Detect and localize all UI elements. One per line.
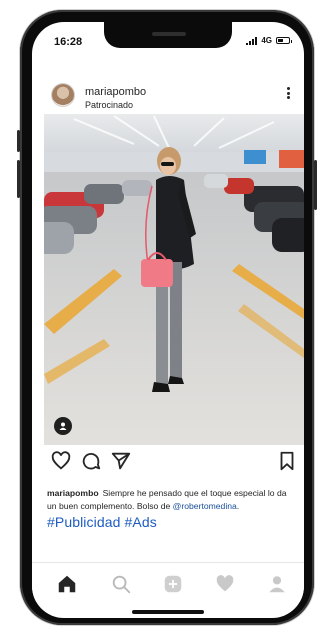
parking-garage-image <box>44 114 304 445</box>
activity-heart-icon[interactable] <box>214 573 236 595</box>
post-actions <box>32 450 304 476</box>
sponsored-label[interactable]: Patrocinado <box>85 100 133 110</box>
bookmark-icon[interactable] <box>276 450 298 472</box>
hashtags: #Publicidad #Ads <box>47 514 161 530</box>
status-time: 16:28 <box>54 36 83 48</box>
bottom-nav <box>32 562 304 602</box>
comment-icon[interactable] <box>80 450 102 472</box>
post-username[interactable]: mariapombo <box>85 86 146 98</box>
volume-button <box>17 160 20 198</box>
notch <box>104 22 232 48</box>
heart-icon[interactable] <box>50 450 72 472</box>
send-icon[interactable] <box>110 450 132 472</box>
post-header: mariapombo Patrocinado <box>32 80 304 116</box>
home-indicator[interactable] <box>132 610 204 614</box>
status-indicators: 4G <box>246 36 292 45</box>
caption-text-end: . <box>236 501 240 511</box>
hashtag-publicidad[interactable]: #Publicidad <box>47 514 121 530</box>
hashtag-ads[interactable]: #Ads <box>125 514 157 530</box>
power-button <box>314 160 317 210</box>
caption-mention[interactable]: @robertomedina <box>173 501 237 511</box>
person-tag-icon[interactable] <box>54 417 72 435</box>
profile-icon[interactable] <box>266 573 288 595</box>
volume-button <box>17 130 20 152</box>
home-icon[interactable] <box>56 573 78 595</box>
avatar[interactable] <box>52 84 74 106</box>
post-caption: mariapombo Siempre he pensado que el toqu… <box>47 487 297 513</box>
caption-username[interactable]: mariapombo <box>47 488 99 498</box>
page: 16:28 4G mariapombo Patrocinado mariapom… <box>0 0 334 629</box>
more-vertical-icon[interactable] <box>284 84 292 102</box>
phone-screen: 16:28 4G mariapombo Patrocinado mariapom… <box>32 22 304 618</box>
post-photo[interactable] <box>44 114 304 445</box>
search-icon[interactable] <box>110 573 132 595</box>
signal-icon <box>246 36 258 45</box>
add-post-icon[interactable] <box>162 573 184 595</box>
battery-icon <box>276 37 292 44</box>
network-label: 4G <box>261 36 272 45</box>
